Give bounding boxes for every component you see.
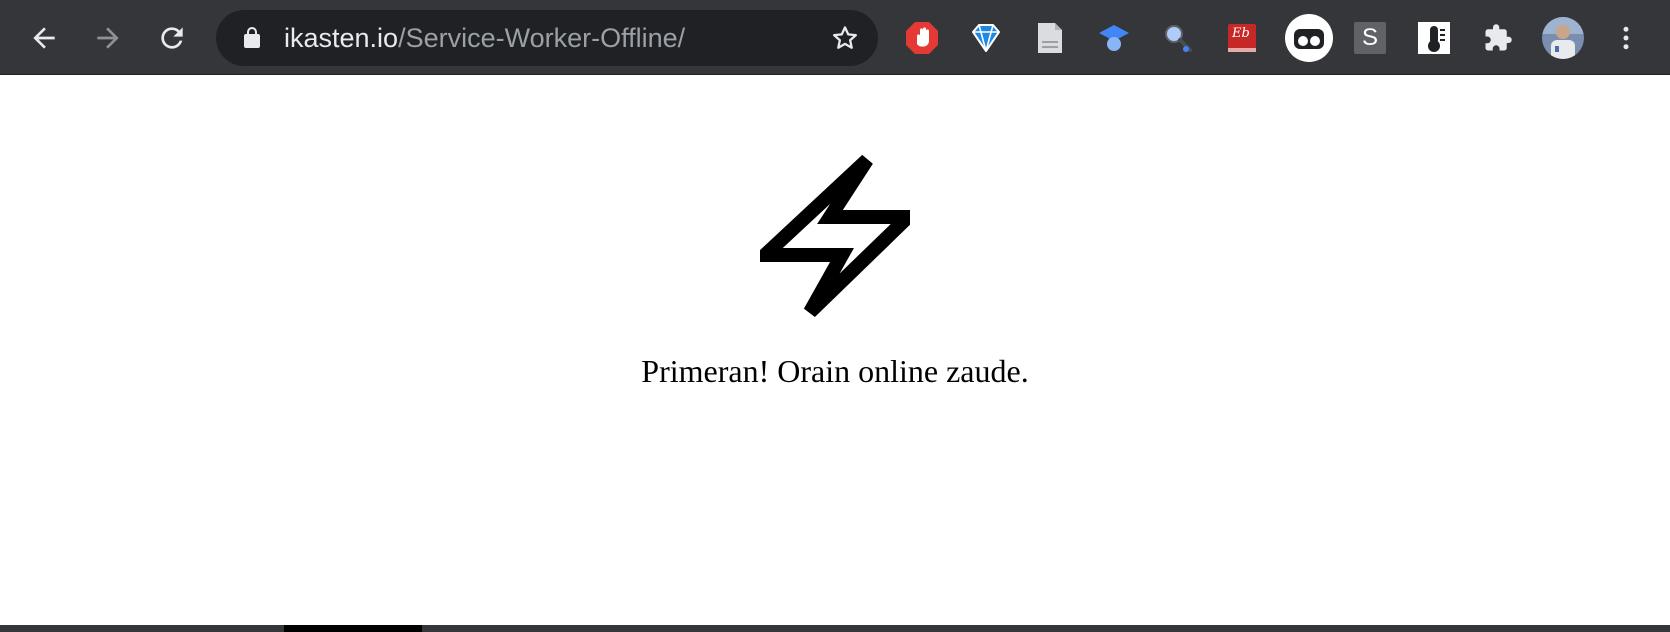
thermometer-icon bbox=[1418, 22, 1450, 54]
extension-graduation[interactable] bbox=[1094, 18, 1134, 58]
profile-avatar bbox=[1542, 17, 1584, 59]
profile-button[interactable] bbox=[1540, 15, 1586, 61]
star-icon[interactable] bbox=[830, 23, 860, 53]
adblock-icon bbox=[906, 22, 938, 54]
extension-eb[interactable]: Eb bbox=[1222, 18, 1262, 58]
back-arrow-icon bbox=[33, 27, 55, 49]
url-host: ikasten.io bbox=[284, 23, 399, 53]
browser-menu-button[interactable] bbox=[1606, 18, 1646, 58]
magnifier-icon bbox=[1165, 25, 1192, 52]
lightning-bolt-icon bbox=[760, 155, 910, 317]
reload-button[interactable] bbox=[152, 18, 192, 58]
s-label: S bbox=[1361, 24, 1378, 51]
lock-icon bbox=[244, 27, 260, 48]
extension-adblock[interactable] bbox=[902, 18, 942, 58]
url-text[interactable]: ikasten.io/Service-Worker-Offline/ bbox=[284, 10, 685, 66]
reload-icon bbox=[161, 27, 183, 49]
bottom-tab-indicator bbox=[284, 625, 422, 632]
back-button[interactable] bbox=[24, 18, 64, 58]
browser-toolbar: ikasten.io/Service-Worker-Offline/ Eb S bbox=[0, 0, 1670, 75]
eb-label: Eb bbox=[1232, 26, 1250, 41]
kebab-menu-icon bbox=[1623, 26, 1629, 50]
forward-arrow-icon bbox=[97, 27, 119, 49]
diamond-icon bbox=[972, 24, 1000, 52]
document-icon bbox=[1038, 23, 1062, 53]
extension-s[interactable]: S bbox=[1350, 18, 1390, 58]
extension-diamond[interactable] bbox=[966, 18, 1006, 58]
page-content: Primeran! Orain online zaude. bbox=[0, 75, 1670, 625]
toggle-icon bbox=[1285, 14, 1333, 62]
bottom-edge bbox=[0, 625, 1670, 632]
extensions-button[interactable] bbox=[1478, 18, 1518, 58]
puzzle-icon bbox=[1485, 24, 1512, 51]
extension-toggle[interactable] bbox=[1284, 13, 1334, 63]
forward-button[interactable] bbox=[88, 18, 128, 58]
online-message: Primeran! Orain online zaude. bbox=[641, 353, 1029, 389]
extension-thermometer[interactable] bbox=[1414, 18, 1454, 58]
graduation-cap-icon bbox=[1099, 25, 1129, 51]
extension-document[interactable] bbox=[1030, 18, 1070, 58]
extension-magnifier[interactable] bbox=[1158, 18, 1198, 58]
address-bar[interactable]: ikasten.io/Service-Worker-Offline/ bbox=[216, 10, 878, 66]
url-path: /Service-Worker-Offline/ bbox=[398, 23, 686, 53]
